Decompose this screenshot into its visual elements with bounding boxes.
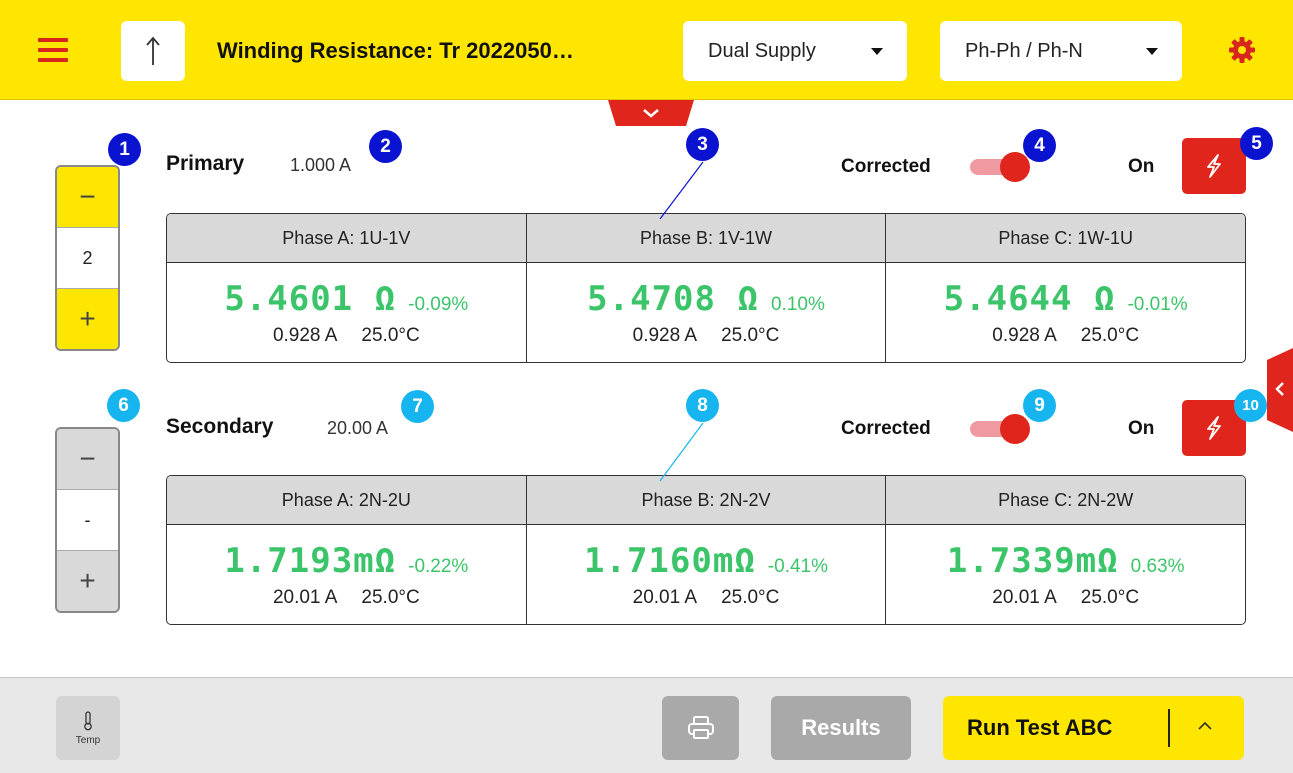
secondary-current: 20.00 A <box>327 418 389 438</box>
deviation-value: -0.01% <box>1127 293 1188 315</box>
callout-badge: 5 <box>1240 127 1273 160</box>
callout-badge: 4 <box>1023 129 1056 162</box>
callout-badge: 7 <box>401 390 434 423</box>
arrow-up-icon <box>146 36 160 65</box>
resistance-value: 1.7339mΩ <box>946 540 1119 581</box>
thermometer-icon <box>84 710 92 730</box>
callout-badge: 6 <box>107 389 140 422</box>
callout-badge: 1 <box>108 133 141 166</box>
resistance-value: 5.4644 Ω <box>943 278 1116 319</box>
temp-label: Temp <box>75 734 101 746</box>
test-current: 20.01 A <box>992 586 1057 608</box>
secondary-corrected-toggle[interactable] <box>970 414 1030 444</box>
resistance-value: 1.7160mΩ <box>584 540 756 581</box>
test-current: 20.01 A <box>272 586 338 608</box>
phase-column: Phase C: 1W-1U 5.4644 Ω -0.01% 0.928 A 2… <box>886 214 1245 362</box>
callout-badge: 3 <box>686 128 719 161</box>
connection-mode-dropdown[interactable]: Ph-Ph / Ph-N <box>940 21 1182 81</box>
phase-column: Phase B: 1V-1W 5.4708 Ω 0.10% 0.928 A 25… <box>526 214 887 362</box>
page-title: Winding Resistance: Tr 2022050… <box>217 38 574 63</box>
secondary-tap-stepper: − - + <box>55 427 120 613</box>
callout-badge: 9 <box>1023 389 1056 422</box>
decrement-button[interactable]: − <box>57 429 118 489</box>
primary-current: 1.000 A <box>290 155 352 175</box>
temperature: 25.0°C <box>361 586 420 608</box>
top-bar: Winding Resistance: Tr 2022050… Dual Sup… <box>0 0 1293 100</box>
run-test-button[interactable]: Run Test ABC <box>943 696 1244 760</box>
temperature: 25.0°C <box>361 324 420 346</box>
chevron-up-icon[interactable] <box>1197 720 1213 732</box>
temp-button[interactable]: Temp <box>56 696 120 760</box>
increment-button[interactable]: + <box>57 551 118 611</box>
phase-header: Phase C: 1W-1U <box>886 214 1245 263</box>
test-current: 20.01 A <box>632 586 698 608</box>
test-current: 0.928 A <box>632 324 698 346</box>
connection-mode-value: Ph-Ph / Ph-N <box>965 39 1083 62</box>
results-button[interactable]: Results <box>771 696 911 760</box>
caret-down-icon <box>871 48 883 55</box>
caret-down-icon <box>1146 48 1158 55</box>
primary-on-label: On <box>1128 156 1155 177</box>
resistance-value: 1.7193mΩ <box>224 540 397 581</box>
decrement-button[interactable]: − <box>57 167 118 227</box>
lightning-icon <box>1207 416 1221 440</box>
deviation-value: 0.63% <box>1130 555 1185 577</box>
supply-mode-value: Dual Supply <box>708 39 816 62</box>
phase-header: Phase C: 2N-2W <box>886 476 1245 525</box>
primary-measurement-table: Phase A: 1U-1V 5.4601 Ω -0.09% 0.928 A 2… <box>166 213 1246 363</box>
deviation-value: 0.10% <box>770 293 825 315</box>
secondary-corrected-label: Corrected <box>841 418 931 439</box>
primary-label: Primary <box>166 152 245 175</box>
primary-corrected-label: Corrected <box>841 156 931 177</box>
printer-icon <box>687 716 714 739</box>
phase-column: Phase A: 1U-1V 5.4601 Ω -0.09% 0.928 A 2… <box>167 214 527 362</box>
up-button[interactable] <box>121 21 185 81</box>
resistance-value: 5.4601 Ω <box>224 278 397 319</box>
callout-badge: 8 <box>686 389 719 422</box>
secondary-label: Secondary <box>166 415 274 438</box>
side-panel-tab[interactable] <box>1267 348 1293 432</box>
phase-column: Phase B: 2N-2V 1.7160mΩ -0.41% 20.01 A 2… <box>526 476 887 624</box>
phase-header: Phase A: 2N-2U <box>167 476 526 525</box>
bottom-bar: Temp Results Run Test ABC <box>0 677 1293 773</box>
phase-header: Phase B: 2N-2V <box>526 476 886 525</box>
run-test-label: Run Test ABC <box>967 715 1113 740</box>
phase-column: Phase C: 2N-2W 1.7339mΩ 0.63% 20.01 A 25… <box>886 476 1245 624</box>
temperature: 25.0°C <box>721 324 780 346</box>
test-current: 0.928 A <box>272 324 338 346</box>
primary-tap-stepper: − 2 + <box>55 165 120 351</box>
resistance-value: 5.4708 Ω <box>587 278 759 319</box>
temperature: 25.0°C <box>1080 324 1140 346</box>
phase-header: Phase A: 1U-1V <box>167 214 526 263</box>
secondary-on-label: On <box>1128 418 1155 439</box>
tap-value: 2 <box>57 227 118 289</box>
deviation-value: -0.41% <box>767 555 828 577</box>
print-button[interactable] <box>662 696 739 760</box>
temperature: 25.0°C <box>721 586 780 608</box>
temperature: 25.0°C <box>1080 586 1140 608</box>
deviation-value: -0.09% <box>408 293 469 315</box>
hamburger-menu-icon[interactable] <box>38 38 68 62</box>
divider <box>1168 709 1170 747</box>
tap-value: - <box>57 489 118 551</box>
phase-header: Phase B: 1V-1W <box>526 214 886 263</box>
primary-corrected-toggle[interactable] <box>970 152 1030 182</box>
secondary-measurement-table: Phase A: 2N-2U 1.7193mΩ -0.22% 20.01 A 2… <box>166 475 1246 625</box>
gear-icon[interactable] <box>1228 36 1256 64</box>
phase-column: Phase A: 2N-2U 1.7193mΩ -0.22% 20.01 A 2… <box>167 476 527 624</box>
deviation-value: -0.22% <box>408 555 469 577</box>
callout-badge: 10 <box>1234 389 1267 422</box>
primary-output-button[interactable] <box>1182 138 1246 194</box>
increment-button[interactable]: + <box>57 289 118 349</box>
lightning-icon <box>1207 154 1221 178</box>
expand-panel-tab[interactable] <box>608 100 694 126</box>
test-current: 0.928 A <box>992 324 1057 346</box>
callout-badge: 2 <box>369 130 402 163</box>
supply-mode-dropdown[interactable]: Dual Supply <box>683 21 907 81</box>
